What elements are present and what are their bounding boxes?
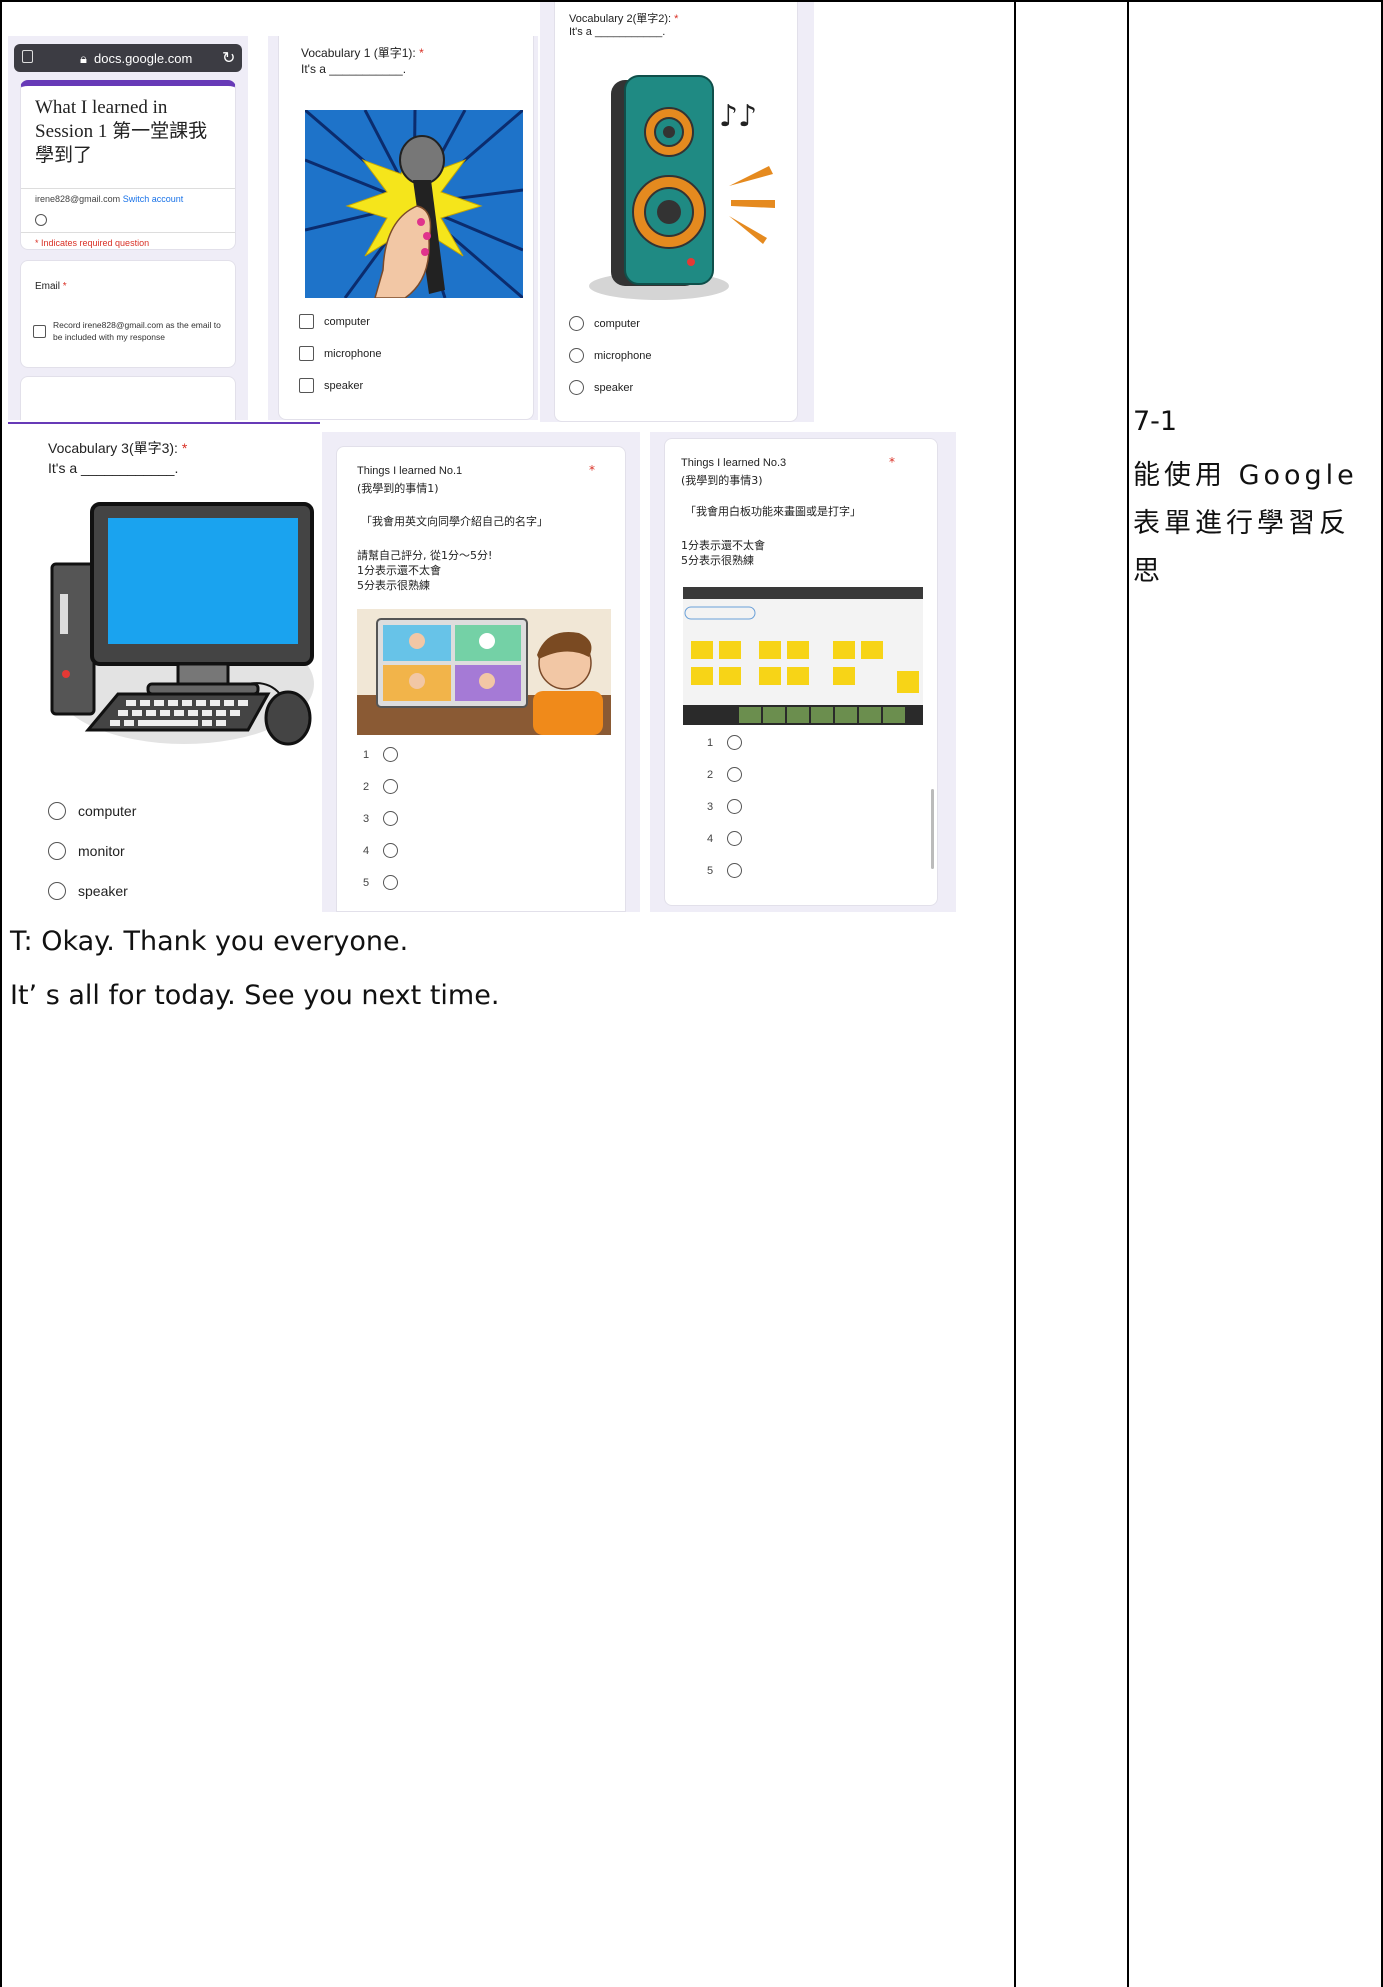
learned3-screenshot: Things I learned No.3 * (我學到的事情3) 「我會用白板… bbox=[650, 432, 956, 912]
table-left-border bbox=[0, 0, 2, 1987]
vocab3-option-computer[interactable]: computer bbox=[48, 802, 136, 820]
objective-code: 7-1 bbox=[1133, 406, 1178, 437]
vocab2-prompt: It's a ___________. bbox=[569, 26, 666, 38]
record-email-text: Record irene828@gmail.com as the email t… bbox=[53, 320, 221, 342]
vocab3-screenshot: Vocabulary 3(單字3): * It's a ____________… bbox=[8, 422, 320, 914]
vocab1-prompt: It's a ___________. bbox=[301, 62, 407, 76]
dialogue-line-2: It’ s all for today. See you next time. bbox=[10, 980, 500, 1011]
vocab1-card: Vocabulary 1 (單字1): * It's a ___________… bbox=[278, 36, 534, 420]
vocab1-screenshot: Vocabulary 1 (單字1): * It's a ___________… bbox=[268, 36, 538, 420]
learned3-instruction-1: 1分表示還不太會 bbox=[681, 539, 765, 552]
vocab1-option-speaker[interactable]: speaker bbox=[299, 378, 363, 393]
learned3-statement: 「我會用白板功能來畫圖或是打字」 bbox=[685, 505, 861, 518]
required-note: * Indicates required question bbox=[35, 238, 150, 248]
learned3-scale-4[interactable]: 4 bbox=[707, 831, 743, 846]
learned1-scale-1[interactable]: 1 bbox=[363, 747, 399, 762]
reload-icon[interactable]: ↻ bbox=[222, 48, 235, 68]
whiteboard-image bbox=[683, 587, 923, 725]
vocab2-option-speaker[interactable]: speaker bbox=[569, 380, 633, 395]
vocab1-option-computer[interactable]: computer bbox=[299, 314, 370, 329]
email-label-row: Email * bbox=[35, 281, 67, 292]
vocab2-option-computer[interactable]: computer bbox=[569, 316, 640, 331]
vocab3-prompt: It's a ____________. bbox=[48, 460, 179, 476]
vocab1-title-row: Vocabulary 1 (單字1): * bbox=[301, 46, 424, 60]
switch-account-link[interactable]: Switch account bbox=[123, 194, 184, 204]
vocab3-title-row: Vocabulary 3(單字3): * bbox=[48, 440, 188, 456]
online-class-image bbox=[357, 609, 611, 735]
url-text: docs.google.com bbox=[94, 51, 193, 66]
next-card-partial bbox=[20, 376, 236, 420]
email-label: Email bbox=[35, 281, 61, 292]
form-title: What I learned in Session 1 第一堂課我學到了 bbox=[35, 97, 208, 166]
form-title-card: What I learned in Session 1 第一堂課我學到了 ire… bbox=[20, 80, 236, 250]
learned3-card: Things I learned No.3 * (我學到的事情3) 「我會用白板… bbox=[664, 438, 938, 906]
learned1-screenshot: Things I learned No.1 * (我學到的事情1) 「我會用英文… bbox=[322, 432, 640, 912]
learned3-scale-2[interactable]: 2 bbox=[707, 767, 743, 782]
learned1-scale-5[interactable]: 5 bbox=[363, 875, 399, 890]
learned1-instruction-3: 5分表示很熟練 bbox=[357, 579, 430, 592]
form-header-screenshot: 🔒︎ docs.google.com ↻ What I learned in S… bbox=[8, 36, 248, 420]
account-line: irene828@gmail.com Switch account bbox=[35, 194, 183, 204]
learned1-instruction-1: 請幫自己評分, 從1分～5分! bbox=[357, 549, 493, 562]
learned3-scale-1[interactable]: 1 bbox=[707, 735, 743, 750]
email-card: Email * Record irene828@gmail.com as the… bbox=[20, 260, 236, 368]
vocab1-option-microphone[interactable]: microphone bbox=[299, 346, 381, 361]
account-email: irene828@gmail.com bbox=[35, 194, 121, 204]
learned3-scale-3[interactable]: 3 bbox=[707, 799, 743, 814]
learned1-scale-3[interactable]: 3 bbox=[363, 811, 399, 826]
vocab2-title: Vocabulary 2(單字2): bbox=[569, 13, 672, 25]
learned1-scale-4[interactable]: 4 bbox=[363, 843, 399, 858]
table-divider-1 bbox=[1014, 0, 1016, 1987]
learned1-scale-2[interactable]: 2 bbox=[363, 779, 399, 794]
microphone-image bbox=[305, 110, 523, 298]
browser-url-bar[interactable]: 🔒︎ docs.google.com ↻ bbox=[14, 44, 242, 72]
tabs-icon bbox=[22, 50, 33, 63]
objective-text: 能使用 Google 表單進行學習反思 bbox=[1133, 460, 1358, 587]
vocab3-title: Vocabulary 3(單字3): bbox=[48, 440, 178, 456]
vocab1-title: Vocabulary 1 (單字1): bbox=[301, 46, 416, 60]
learned1-statement: 「我會用英文向同學介紹自己的名字」 bbox=[361, 515, 548, 528]
learned1-instruction-2: 1分表示還不太會 bbox=[357, 564, 441, 577]
learned1-title: Things I learned No.1 bbox=[357, 465, 463, 477]
dialogue-line-1: T: Okay. Thank you everyone. bbox=[10, 926, 409, 957]
vocab2-option-microphone[interactable]: microphone bbox=[569, 348, 651, 363]
vocab3-option-monitor[interactable]: monitor bbox=[48, 842, 125, 860]
scrollbar[interactable] bbox=[931, 789, 934, 869]
vocab3-option-speaker[interactable]: speaker bbox=[48, 882, 128, 900]
computer-image bbox=[50, 502, 314, 746]
speaker-image: ♪♪ bbox=[589, 75, 775, 300]
learned3-instruction-2: 5分表示很熟練 bbox=[681, 554, 754, 567]
learned3-title: Things I learned No.3 bbox=[681, 457, 787, 469]
learned1-subtitle: (我學到的事情1) bbox=[357, 482, 439, 495]
learned3-scale-5[interactable]: 5 bbox=[707, 863, 743, 878]
learned3-subtitle: (我學到的事情3) bbox=[681, 474, 763, 487]
svg-text:♪♪: ♪♪ bbox=[719, 99, 757, 134]
vocab2-screenshot: Vocabulary 2(單字2): * It's a ___________.… bbox=[540, 2, 814, 422]
learned1-card: Things I learned No.1 * (我學到的事情1) 「我會用英文… bbox=[336, 446, 626, 912]
vocab2-card: Vocabulary 2(單字2): * It's a ___________.… bbox=[554, 2, 798, 422]
lock-icon: 🔒︎ bbox=[80, 51, 87, 66]
vocab2-title-row: Vocabulary 2(單字2): * bbox=[569, 13, 679, 25]
cloud-save-icon bbox=[35, 214, 47, 226]
table-divider-2 bbox=[1127, 0, 1129, 1987]
